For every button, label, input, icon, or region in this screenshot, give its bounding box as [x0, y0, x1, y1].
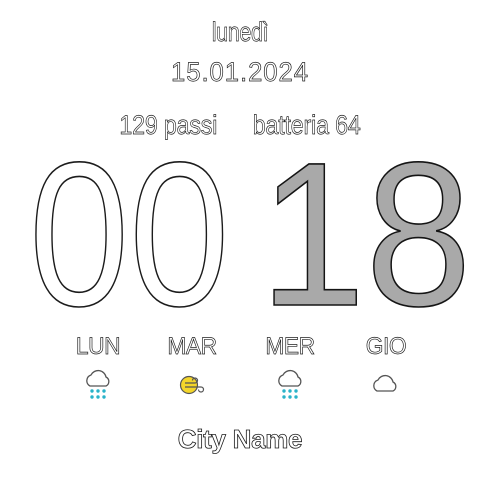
clock-hours: 00	[28, 120, 230, 349]
forecast-day-label: GIO	[365, 333, 407, 361]
date: 15.01.2024	[171, 57, 309, 88]
forecast-day-lun: LUN	[50, 333, 146, 403]
sun-wind-icon	[179, 375, 205, 395]
forecast-day-gio: GIO	[338, 333, 434, 403]
clock-minutes: 18	[259, 120, 473, 349]
rain-cloud-icon	[86, 369, 110, 399]
day-name: lunedì	[211, 17, 269, 48]
forecast-day-mer: MER	[242, 333, 338, 403]
rain-cloud-icon	[278, 369, 302, 399]
forecast-day-mar: MAR	[144, 333, 240, 403]
forecast-day-label: MER	[265, 333, 315, 361]
forecast-day-label: MAR	[167, 333, 217, 361]
clock: 00 18	[0, 120, 480, 349]
weather-forecast: LUN MAR MER GIO	[50, 333, 430, 413]
forecast-day-label: LUN	[75, 333, 121, 361]
city-name: City Name	[177, 424, 303, 455]
cloud-icon	[373, 374, 397, 392]
